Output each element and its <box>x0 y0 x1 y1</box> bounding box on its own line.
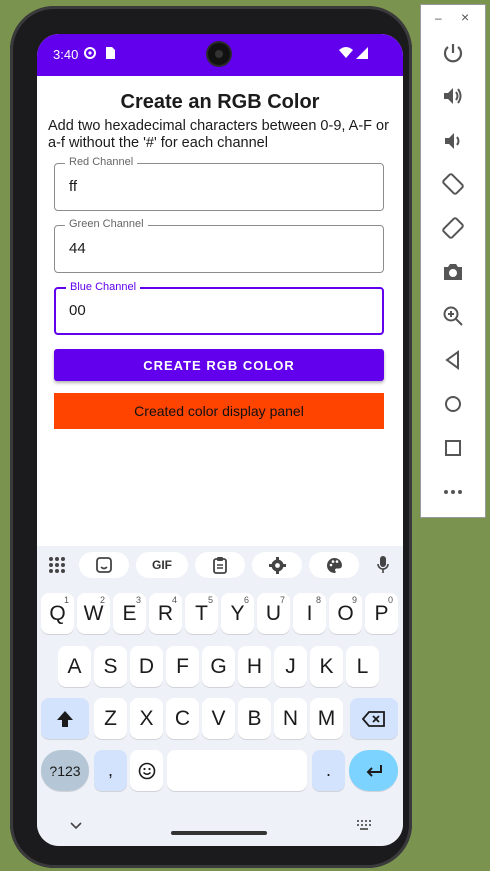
emoji-key[interactable] <box>130 750 163 791</box>
red-channel-input[interactable] <box>69 178 359 195</box>
symbols-key[interactable]: ?123 <box>41 750 89 791</box>
key-v[interactable]: V <box>202 698 235 739</box>
key-a[interactable]: A <box>58 646 91 687</box>
zoom-icon[interactable] <box>441 304 465 328</box>
key-p[interactable]: P0 <box>365 593 398 634</box>
key-c[interactable]: C <box>166 698 199 739</box>
home-gesture-bar[interactable] <box>171 831 267 835</box>
create-rgb-color-button[interactable]: CREATE RGB COLOR <box>54 349 384 381</box>
keyboard-switch-icon[interactable] <box>357 820 371 830</box>
shift-icon <box>57 710 73 727</box>
overview-icon[interactable] <box>441 436 465 460</box>
settings-gear-icon[interactable] <box>252 552 302 578</box>
backspace-key[interactable] <box>350 698 398 739</box>
emoji-icon <box>138 762 155 779</box>
green-channel-field[interactable]: Green Channel <box>54 218 384 273</box>
key-u[interactable]: U7 <box>257 593 290 634</box>
period-key[interactable]: . <box>312 750 345 791</box>
enter-icon <box>366 764 382 777</box>
clipboard-icon[interactable] <box>195 552 245 578</box>
status-bar: 3:40 <box>37 34 403 76</box>
wifi-icon <box>339 47 353 58</box>
key-o[interactable]: O9 <box>329 593 362 634</box>
front-camera <box>208 43 230 65</box>
settings-status-icon <box>84 47 96 59</box>
blue-channel-label: Blue Channel <box>66 281 141 293</box>
key-z[interactable]: Z <box>94 698 127 739</box>
volume-up-icon[interactable] <box>441 84 465 108</box>
color-display-panel: Created color display panel <box>54 393 384 429</box>
key-n[interactable]: N <box>274 698 307 739</box>
more-icon[interactable] <box>441 480 465 504</box>
key-j[interactable]: J <box>274 646 307 687</box>
key-s[interactable]: S <box>94 646 127 687</box>
red-channel-label: Red Channel <box>65 156 138 168</box>
sticker-icon[interactable] <box>79 552 129 578</box>
green-channel-input[interactable] <box>69 240 359 257</box>
hide-keyboard-icon[interactable] <box>70 822 82 830</box>
device-screen: 3:40 Create an RGB Color Add two hexadec… <box>37 34 403 846</box>
minimize-button[interactable]: – <box>435 11 442 25</box>
key-t[interactable]: T5 <box>185 593 218 634</box>
blue-channel-input[interactable] <box>69 302 359 319</box>
key-h[interactable]: H <box>238 646 271 687</box>
key-w[interactable]: W2 <box>77 593 110 634</box>
apps-grid-icon[interactable] <box>43 552 71 578</box>
blue-channel-field[interactable]: Blue Channel <box>54 281 384 335</box>
shift-key[interactable] <box>41 698 89 739</box>
microphone-icon[interactable] <box>369 552 397 578</box>
key-m[interactable]: M <box>310 698 343 739</box>
comma-key[interactable]: , <box>94 750 127 791</box>
enter-key[interactable] <box>349 750 398 791</box>
key-i[interactable]: I8 <box>293 593 326 634</box>
sd-card-icon <box>106 47 115 59</box>
status-time: 3:40 <box>53 47 79 62</box>
volume-down-icon[interactable] <box>441 129 465 153</box>
key-g[interactable]: G <box>202 646 235 687</box>
rotate-left-icon[interactable] <box>441 172 465 196</box>
key-k[interactable]: K <box>310 646 343 687</box>
phone-frame: 3:40 Create an RGB Color Add two hexadec… <box>10 6 412 868</box>
red-channel-field[interactable]: Red Channel <box>54 156 384 211</box>
power-icon[interactable] <box>441 41 465 65</box>
key-x[interactable]: X <box>130 698 163 739</box>
back-icon[interactable] <box>441 348 465 372</box>
green-channel-label: Green Channel <box>65 218 148 230</box>
space-bar[interactable] <box>167 750 307 791</box>
close-button[interactable]: × <box>461 9 469 25</box>
palette-icon[interactable] <box>309 552 359 578</box>
keyboard-nav-bar <box>37 810 403 846</box>
page-title: Create an RGB Color <box>120 91 320 113</box>
key-q[interactable]: Q1 <box>41 593 74 634</box>
key-r[interactable]: R4 <box>149 593 182 634</box>
key-d[interactable]: D <box>130 646 163 687</box>
key-y[interactable]: Y6 <box>221 593 254 634</box>
instructions-text: Add two hexadecimal characters between 0… <box>48 118 389 151</box>
gif-button[interactable]: GIF <box>136 552 188 578</box>
key-f[interactable]: F <box>166 646 199 687</box>
key-e[interactable]: E3 <box>113 593 146 634</box>
home-icon[interactable] <box>441 392 465 416</box>
soft-keyboard: GIF Q1 W2 E3 R4 T5 Y6 U7 I8 O9 P0 A S D … <box>37 546 403 846</box>
rotate-right-icon[interactable] <box>441 216 465 240</box>
camera-icon[interactable] <box>441 260 465 284</box>
key-b[interactable]: B <box>238 698 271 739</box>
emulator-control-panel: – × <box>420 4 486 518</box>
backspace-icon <box>362 710 385 727</box>
key-l[interactable]: L <box>346 646 379 687</box>
signal-icon <box>356 47 368 59</box>
